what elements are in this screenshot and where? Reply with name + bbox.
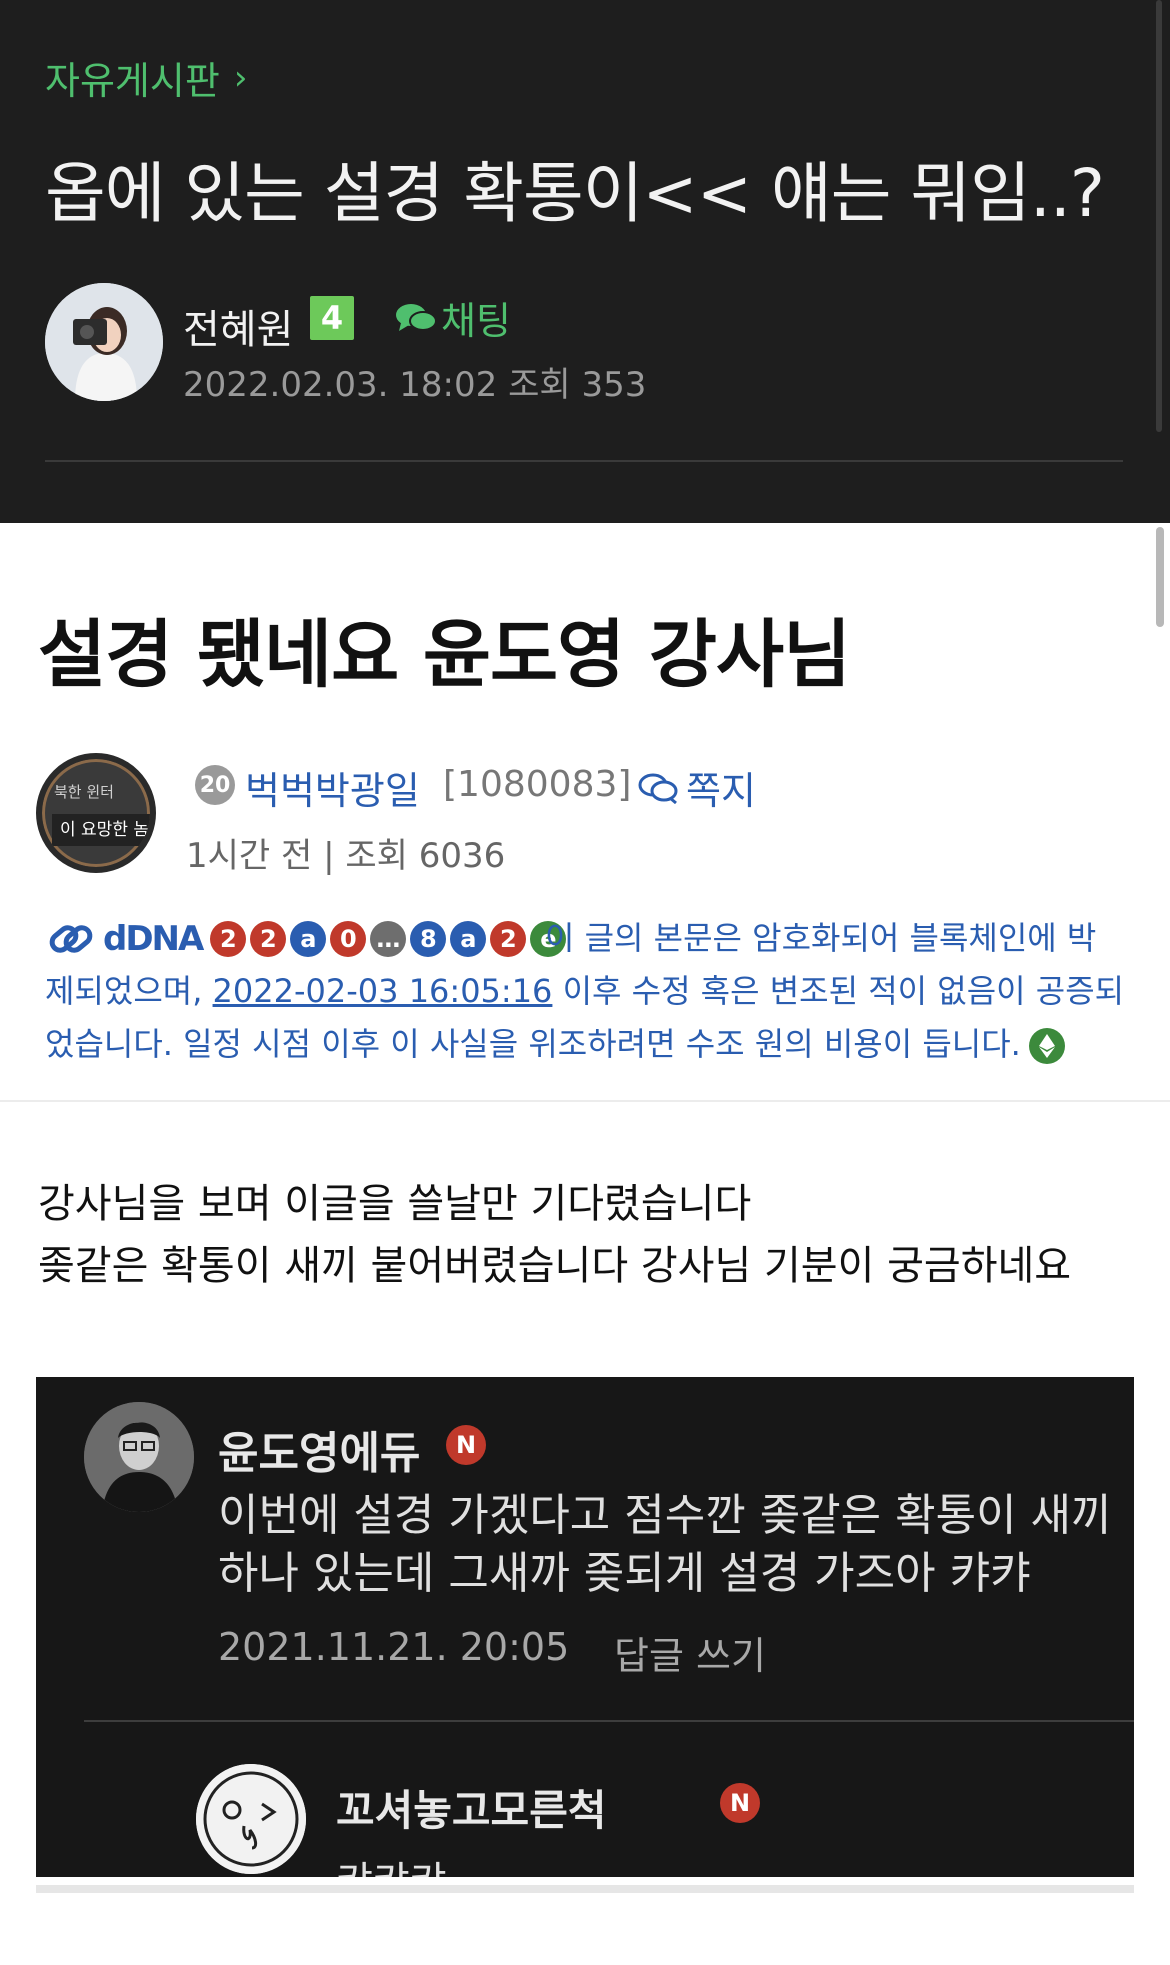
divider (0, 1100, 1170, 1102)
avatar-caption-top: 북한 윈터 (54, 783, 114, 801)
dna-note-part2: 이후 수정 혹은 변조된 적이 없음이 공증되었습니다. 일정 시점 이후 이 … (45, 972, 1125, 1063)
divider (84, 1720, 1134, 1722)
author-name[interactable]: 전혜원 (183, 297, 293, 355)
user-nickname[interactable]: 벅벅박광일 (245, 760, 420, 815)
board-breadcrumb[interactable]: 자유게시판 › (45, 50, 247, 105)
scrollbar[interactable] (1156, 0, 1162, 432)
comment-screenshot: 윤도영에듀 N 이번에 설경 가겠다고 점수깐 좆같은 확통이 새끼 하나 있는… (36, 1377, 1134, 1877)
comment-line: 이번에 설경 가겠다고 점수깐 좆같은 확통이 새끼 (218, 1490, 1112, 1541)
user-avatar[interactable]: 북한 윈터 이 요망한 놈 (36, 753, 156, 873)
chat-bubble-icon (396, 303, 437, 331)
reply-text: 캬캬캬 (336, 1849, 446, 1877)
post-meta: 2022.02.03. 18:02 조회 353 (183, 365, 647, 405)
comment-date: 2021.11.21. 20:05 (218, 1625, 570, 1669)
board-name: 자유게시판 (45, 59, 220, 103)
post-meta: 1시간 전 | 조회 6036 (186, 836, 506, 876)
message-label: 쪽지 (686, 769, 756, 813)
user-level-badge: 20 (195, 765, 235, 805)
body-line: 좆같은 확통이 새끼 붙어버렸습니다 강사님 기분이 궁금하네요 (38, 1243, 1072, 1289)
new-badge: N (720, 1783, 760, 1823)
divider (36, 1885, 1134, 1893)
reply-button: 답글 쓰기 (614, 1634, 766, 1678)
avatar-caption-main: 이 요망한 놈 (52, 814, 150, 846)
embedded-post-title: 설경 됐네요 윤도영 강사님 (38, 612, 851, 698)
reply-commenter-name: 꼬셔놓고모른척 (336, 1786, 607, 1835)
commenter-name: 윤도영에듀 (218, 1428, 421, 1479)
new-badge: N (446, 1425, 486, 1465)
message-button[interactable]: 쪽지 (638, 760, 756, 815)
chat-label: 채팅 (441, 299, 511, 343)
post-header: 자유게시판 › 옵에 있는 설경 확통이<< 얘는 뭐임..? 전혜원 4 채팅… (0, 0, 1170, 523)
comment-text: 이번에 설경 가겠다고 점수깐 좆같은 확통이 새끼 하나 있는데 그새까 좆되… (218, 1487, 1112, 1603)
comment-line: 하나 있는데 그새까 좆되게 설경 가즈아 캬캬 (218, 1548, 1031, 1599)
level-badge: 4 (310, 296, 354, 340)
chevron-right-icon: › (233, 57, 248, 98)
chat-button[interactable]: 채팅 (395, 290, 511, 345)
commenter-avatar (84, 1402, 194, 1512)
ethereum-icon (1028, 1028, 1065, 1064)
body-line: 강사님을 보며 이글을 쓸날만 기다렸습니다 (38, 1181, 752, 1227)
page-title: 옵에 있는 설경 확통이<< 얘는 뭐임..? (45, 155, 1105, 232)
user-id: [1080083] (443, 764, 632, 805)
divider (45, 460, 1123, 462)
dna-notice: 이 글의 본문은 암호화되어 블록체인에 박제되었으며, 2022-02-03 … (45, 912, 1125, 1071)
avatar[interactable] (45, 283, 163, 401)
post-body: 강사님을 보며 이글을 쓸날만 기다렸습니다 좆같은 확통이 새끼 붙어버렸습니… (38, 1173, 1071, 1297)
reply-avatar (196, 1764, 306, 1874)
dna-timestamp-link[interactable]: 2022-02-03 16:05:16 (213, 972, 553, 1010)
message-bubble-icon (638, 773, 678, 804)
scrollbar-thumb[interactable] (1156, 527, 1164, 627)
